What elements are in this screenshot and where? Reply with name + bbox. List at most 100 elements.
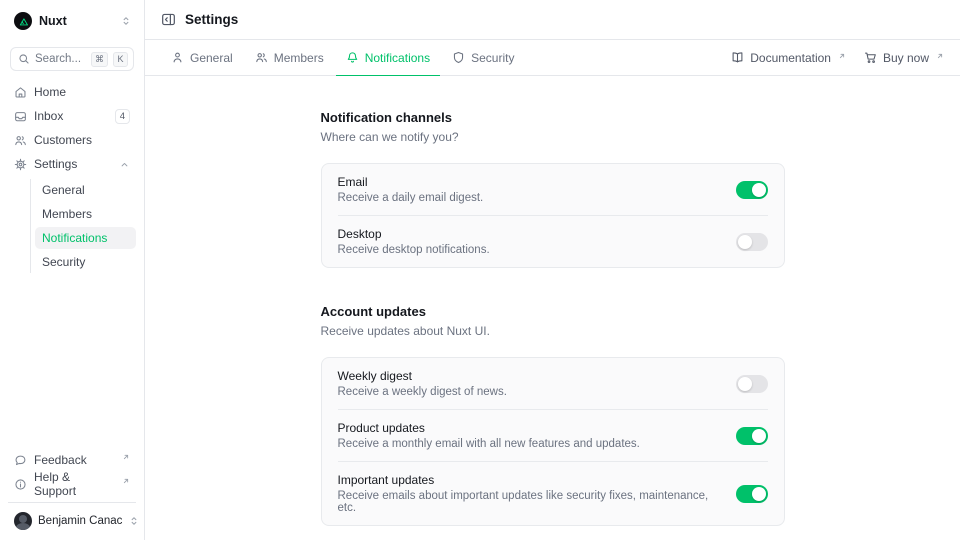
sidebar-item-inbox[interactable]: Inbox 4 xyxy=(8,105,136,127)
sidebar-item-members[interactable]: Members xyxy=(35,203,136,225)
tab-label: Members xyxy=(274,51,324,65)
buy-now-link[interactable]: Buy now xyxy=(864,51,944,65)
workspace-name: Nuxt xyxy=(39,14,113,28)
cart-icon xyxy=(864,51,877,64)
panel-left-close-icon xyxy=(161,12,176,27)
email-toggle[interactable] xyxy=(736,181,768,199)
setting-texts: Email Receive a daily email digest. xyxy=(338,175,720,204)
setting-row-desktop: Desktop Receive desktop notifications. xyxy=(322,216,784,267)
inbox-count-badge: 4 xyxy=(115,109,130,124)
sidebar-item-help-support[interactable]: Help & Support xyxy=(8,473,136,495)
kbd-k: K xyxy=(113,52,128,67)
content-scroll-area[interactable]: Notification channels Where can we notif… xyxy=(145,76,960,540)
setting-description: Receive emails about important updates l… xyxy=(338,490,720,514)
section-subtitle: Where can we notify you? xyxy=(321,130,785,144)
setting-texts: Weekly digest Receive a weekly digest of… xyxy=(338,369,720,398)
setting-texts: Product updates Receive a monthly email … xyxy=(338,421,720,450)
search-icon xyxy=(18,53,30,65)
sidebar-footer-nav: Feedback Help & Support xyxy=(8,449,136,495)
external-link-icon xyxy=(838,52,846,60)
external-link-icon xyxy=(122,453,130,461)
home-icon xyxy=(14,86,27,99)
main-area: Settings General Members Notifications S… xyxy=(145,0,960,540)
collapse-sidebar-button[interactable] xyxy=(161,12,176,27)
sidebar-item-label: Home xyxy=(34,85,130,99)
tab-label: General xyxy=(190,51,233,65)
tabs: General Members Notifications Security xyxy=(161,40,524,75)
page-title: Settings xyxy=(185,12,238,27)
setting-row-email: Email Receive a daily email digest. xyxy=(322,164,784,215)
bell-icon xyxy=(346,51,359,64)
user-menu[interactable]: Benjamin Canac xyxy=(8,502,136,532)
settings-card: Email Receive a daily email digest. Desk… xyxy=(321,163,785,268)
sidebar-item-notifications[interactable]: Notifications xyxy=(35,227,136,249)
sidebar: Nuxt Search... ⌘ K Home Inbox 4 Customer… xyxy=(0,0,145,540)
setting-row-product-updates: Product updates Receive a monthly email … xyxy=(322,410,784,461)
setting-description: Receive a monthly email with all new fea… xyxy=(338,438,720,450)
search-input[interactable]: Search... ⌘ K xyxy=(10,47,134,71)
users-icon xyxy=(255,51,268,64)
users-icon xyxy=(14,134,27,147)
documentation-link[interactable]: Documentation xyxy=(731,51,846,65)
sidebar-nav: Home Inbox 4 Customers Settings General … xyxy=(8,81,136,273)
sidebar-item-label: Customers xyxy=(34,133,130,147)
sidebar-item-home[interactable]: Home xyxy=(8,81,136,103)
user-name: Benjamin Canac xyxy=(38,515,122,527)
setting-label: Weekly digest xyxy=(338,369,720,383)
section-title: Account updates xyxy=(321,304,785,319)
settings-sub-list: General Members Notifications Security xyxy=(30,179,136,273)
sidebar-item-label: Feedback xyxy=(34,453,114,467)
setting-description: Receive a daily email digest. xyxy=(338,192,720,204)
sidebar-spacer xyxy=(8,273,136,449)
sidebar-item-feedback[interactable]: Feedback xyxy=(8,449,136,471)
link-label: Buy now xyxy=(883,51,929,65)
chevron-updown-icon xyxy=(128,515,140,527)
sidebar-item-label: Help & Support xyxy=(34,470,114,498)
sidebar-item-customers[interactable]: Customers xyxy=(8,129,136,151)
section-subtitle: Receive updates about Nuxt UI. xyxy=(321,324,785,338)
tab-label: Security xyxy=(471,51,514,65)
link-label: Documentation xyxy=(750,51,831,65)
sidebar-item-label: Inbox xyxy=(34,109,108,123)
tab-label: Notifications xyxy=(365,51,430,65)
settings-card: Weekly digest Receive a weekly digest of… xyxy=(321,357,785,526)
inbox-icon xyxy=(14,110,27,123)
desktop-toggle[interactable] xyxy=(736,233,768,251)
tab-security[interactable]: Security xyxy=(442,40,524,76)
chevron-up-icon xyxy=(119,159,130,170)
kbd-meta: ⌘ xyxy=(91,52,108,67)
tab-bar: General Members Notifications Security D… xyxy=(145,40,960,76)
tab-general[interactable]: General xyxy=(161,40,243,76)
setting-description: Receive desktop notifications. xyxy=(338,244,720,256)
person-icon xyxy=(171,51,184,64)
section-title: Notification channels xyxy=(321,110,785,125)
workspace-switcher[interactable]: Nuxt xyxy=(8,10,136,32)
settings-column: Notification channels Where can we notif… xyxy=(321,110,785,526)
tab-notifications[interactable]: Notifications xyxy=(336,40,440,76)
setting-row-weekly-digest: Weekly digest Receive a weekly digest of… xyxy=(322,358,784,409)
important-updates-toggle[interactable] xyxy=(736,485,768,503)
setting-description: Receive a weekly digest of news. xyxy=(338,386,720,398)
sidebar-item-settings[interactable]: Settings xyxy=(8,153,136,175)
sidebar-item-general[interactable]: General xyxy=(35,179,136,201)
setting-texts: Important updates Receive emails about i… xyxy=(338,473,720,514)
gear-icon xyxy=(14,158,27,171)
setting-label: Email xyxy=(338,175,720,189)
shield-icon xyxy=(452,51,465,64)
tab-members[interactable]: Members xyxy=(245,40,334,76)
page-header: Settings xyxy=(145,0,960,40)
setting-texts: Desktop Receive desktop notifications. xyxy=(338,227,720,256)
info-icon xyxy=(14,478,27,491)
section-account-updates: Account updates Receive updates about Nu… xyxy=(321,304,785,526)
header-links: Documentation Buy now xyxy=(731,40,944,75)
product-updates-toggle[interactable] xyxy=(736,427,768,445)
speech-bubble-icon xyxy=(14,454,27,467)
external-link-icon xyxy=(936,52,944,60)
setting-label: Desktop xyxy=(338,227,720,241)
search-placeholder: Search... xyxy=(35,53,86,65)
external-link-icon xyxy=(122,477,130,485)
setting-row-important-updates: Important updates Receive emails about i… xyxy=(322,462,784,525)
sidebar-item-label: Settings xyxy=(34,157,112,171)
weekly-digest-toggle[interactable] xyxy=(736,375,768,393)
sidebar-item-security[interactable]: Security xyxy=(35,251,136,273)
